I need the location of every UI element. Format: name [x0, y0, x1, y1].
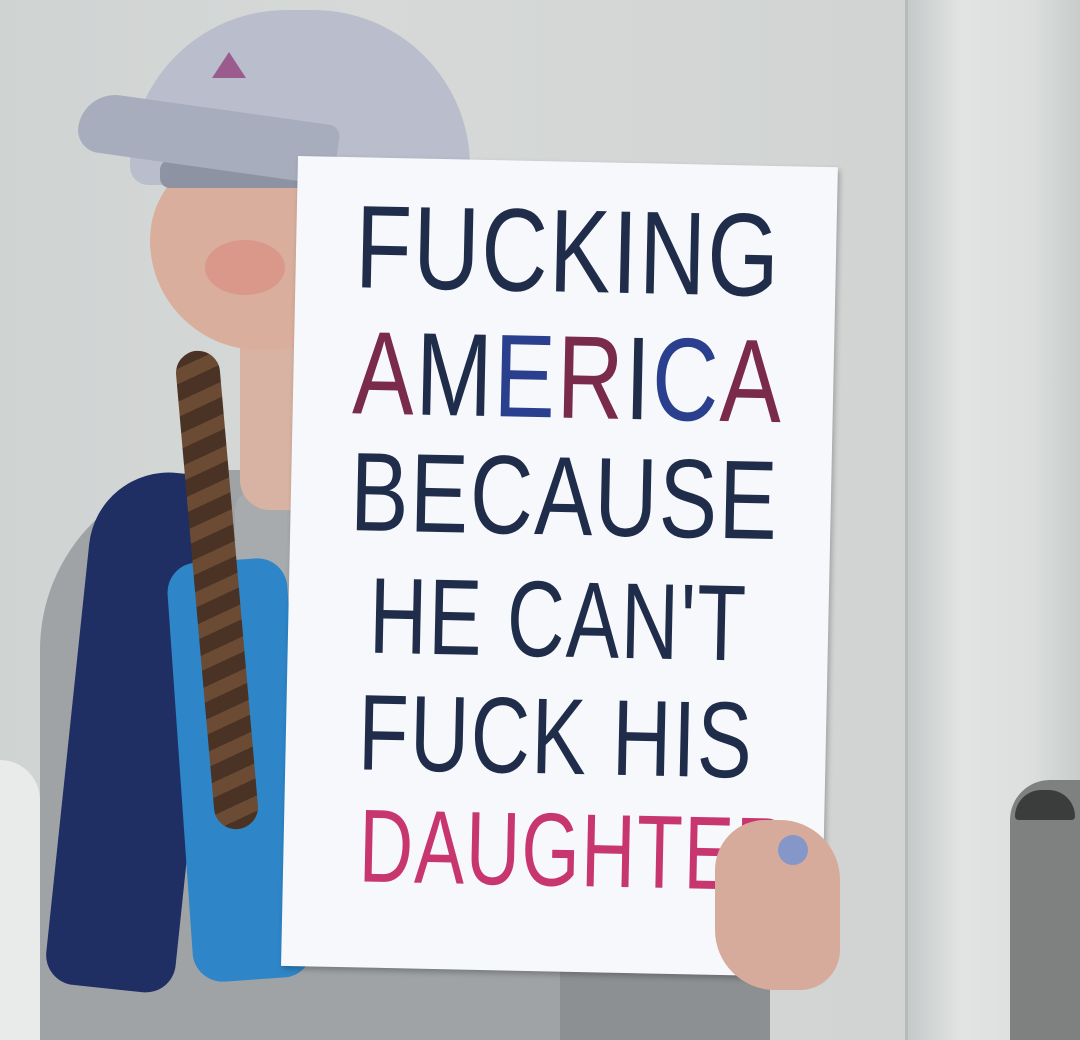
sign-line-6: DAUGHTER — [357, 788, 792, 914]
protester-cheek — [205, 240, 285, 295]
sign-line-4: HE CAN'T — [368, 554, 749, 684]
sign-letter: A — [718, 314, 785, 449]
sign-letter: R — [555, 311, 627, 445]
photo-scene: FUCKING AMERICA BECAUSE HE CAN'T FUCK HI… — [0, 0, 1080, 1040]
bystander-left — [0, 760, 40, 1040]
sign-letter: E — [492, 310, 559, 444]
sign-line-3: BECAUSE — [349, 429, 781, 564]
sign-line-1: FUCKING — [354, 181, 782, 323]
sign-line-5: FUCK HIS — [357, 671, 755, 801]
fingernail — [778, 835, 808, 865]
sign-letter: I — [623, 312, 654, 446]
sign-letter: C — [650, 313, 722, 447]
sign-letter: M — [414, 308, 496, 443]
sign-letter: A — [351, 307, 418, 441]
